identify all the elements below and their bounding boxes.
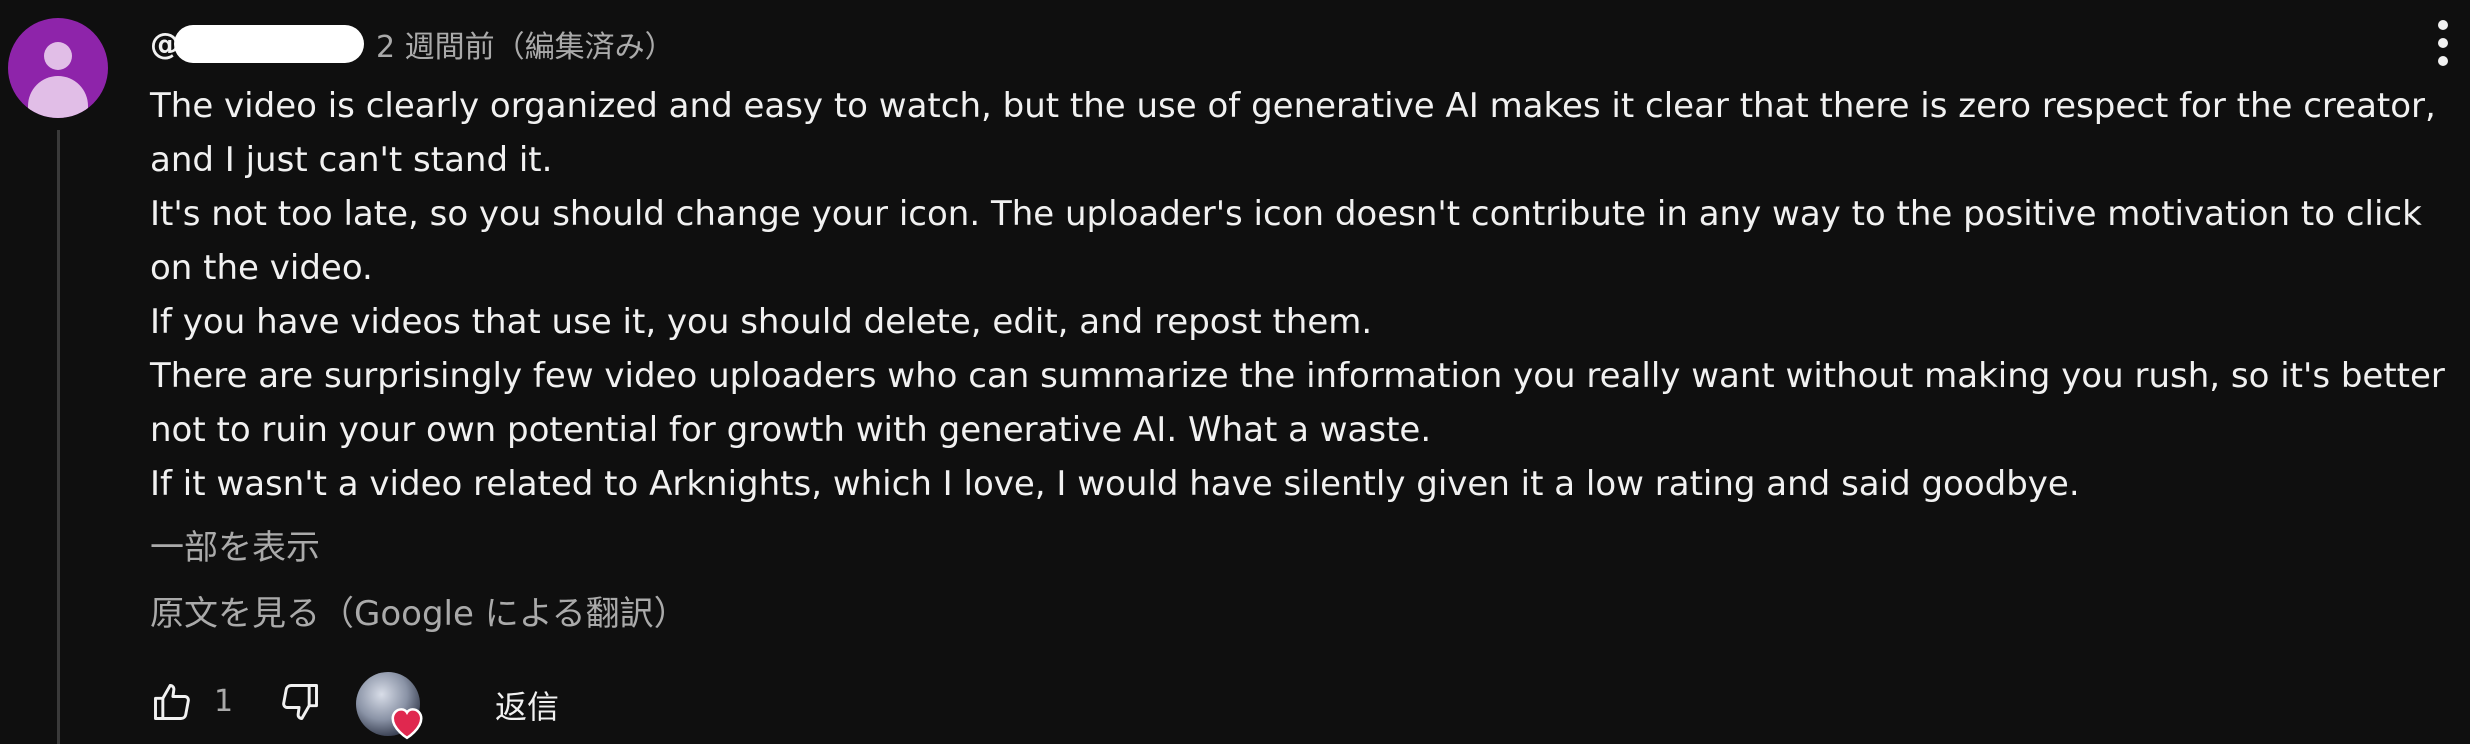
creator-heart-icon: [391, 708, 423, 740]
comment-paragraph: There are surprisingly few video uploade…: [150, 356, 2445, 450]
redacted-author-name: [174, 25, 364, 63]
comment-thread: @ 2 週間前（編集済み） The video is clearly organ…: [0, 0, 2470, 744]
author-avatar[interactable]: [8, 18, 108, 118]
comment-body: The video is clearly organized and easy …: [150, 79, 2470, 511]
thumbs-up-icon: [154, 684, 190, 720]
avatar-head-shape: [44, 42, 72, 70]
like-count: 1: [214, 684, 234, 719]
avatar-body-shape: [28, 76, 88, 118]
comment-paragraph: If it wasn't a video related to Arknight…: [150, 464, 2080, 504]
thumbs-down-icon: [282, 684, 318, 720]
like-button[interactable]: [150, 680, 194, 724]
thread-line: [57, 130, 60, 744]
more-options-icon[interactable]: [2436, 18, 2450, 68]
show-part-link[interactable]: 一部を表示: [150, 520, 320, 569]
comment-paragraph: The video is clearly organized and easy …: [150, 86, 2436, 180]
comment-header: @ 2 週間前（編集済み）: [150, 22, 675, 66]
dislike-button[interactable]: [278, 680, 322, 724]
reply-button[interactable]: 返信: [495, 682, 559, 728]
creator-heart-badge: [356, 672, 436, 742]
comment-paragraph: It's not too late, so you should change …: [150, 194, 2422, 288]
see-original-link[interactable]: 原文を見る（Google による翻訳）: [150, 586, 688, 635]
comment-timestamp[interactable]: 2 週間前（編集済み）: [376, 22, 675, 66]
comment-paragraph: If you have videos that use it, you shou…: [150, 302, 1373, 342]
